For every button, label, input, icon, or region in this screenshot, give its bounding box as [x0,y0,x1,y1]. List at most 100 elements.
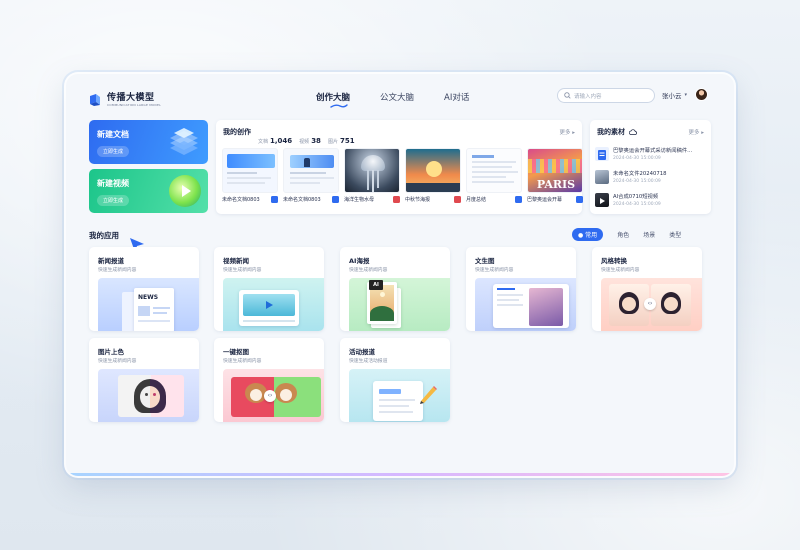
video-swirl-icon [169,175,201,207]
my-materials-title: 我的素材 [597,127,638,137]
app-name: 一键抠图 [223,348,249,356]
app-name: 新闻报道 [98,257,124,265]
filter-common[interactable]: ● 常用 [572,228,604,241]
main-nav: 创作大脑 公文大脑 AI对话 [316,91,469,108]
app-desc: 快速生成新闻内容 [223,359,262,364]
app-filters: ● 常用 角色 场景 类型 [572,228,681,241]
creation-name: 中秋节海报 [405,197,431,203]
app-desc: 快速生成活动报道 [349,359,388,364]
app-desc: 快速生成新闻内容 [601,268,640,273]
material-item[interactable]: AI合成0710短视频 2024-04-30 15:00:09 [595,188,707,211]
app-card-text-to-image[interactable]: 文生图 快速生成新闻内容 [466,247,576,331]
tab-label: 创作大脑 [316,93,351,103]
creation-thumbnail [283,148,339,193]
creation-item[interactable]: 未命名文档0803 [283,148,339,203]
doc-file-icon [515,196,522,203]
swap-icon: ‹› [644,298,656,310]
new-document-card[interactable]: 新建文档 立即生成 [89,120,208,164]
creation-item[interactable]: 海洋生物水母 [344,148,400,203]
ai-badge: AI [369,280,383,290]
avatar[interactable] [695,88,709,101]
my-apps-title: 我的应用 [89,231,119,240]
new-video-card[interactable]: 新建视频 立即生成 [89,169,208,213]
filter-role[interactable]: 角色 [617,230,629,239]
video-illustration [223,278,324,331]
app-name: 风格转换 [601,257,627,265]
creations-more-link[interactable]: 更多 ▸ [559,128,575,136]
swap-icon: ‹› [264,390,276,402]
doc-file-icon [576,196,583,203]
doc-file-icon [271,196,278,203]
material-date: 2024-04-30 15:00:09 [613,202,661,207]
app-card-one-click-cutout[interactable]: 一键抠图 快速生成新闻内容 ‹› [214,338,324,422]
creation-name: 巴黎奥运会开幕 [527,197,563,203]
app-desc: 快速生成新闻内容 [349,268,388,273]
new-document-title: 新建文档 [97,130,129,139]
app-card-event-report[interactable]: 活动报道 快速生成活动报道 [340,338,450,422]
generate-video-button[interactable]: 立即生成 [97,195,130,206]
stat-label-docs: 文档 [258,139,269,145]
materials-more-link[interactable]: 更多 ▸ [688,128,704,136]
my-creations-panel: 我的创作 文档 1,046 视频 38 图片 751 更多 ▸ 未命名文档0803 [216,120,583,214]
layers-icon [170,128,198,155]
creation-name: 海洋生物水母 [344,197,375,203]
tab-document-brain[interactable]: 公文大脑 [380,91,414,103]
creation-item[interactable]: 月度总结 [466,148,522,203]
filter-type[interactable]: 类型 [669,230,681,239]
tab-label: AI对话 [444,93,470,103]
brand-name: 传播大模型 [107,93,155,103]
tab-creation-brain[interactable]: 创作大脑 [316,91,351,108]
app-card-ai-poster[interactable]: AI海报 快速生成新闻内容 AI [340,247,450,331]
app-card-video-news[interactable]: 视频新闻 快速生成新闻内容 [214,247,324,331]
material-name: 巴黎奥运会开幕式采访新闻稿件... [613,148,693,154]
creation-item[interactable]: 未命名文档0803 [222,148,278,203]
app-desc: 快速生成新闻内容 [98,268,137,273]
user-menu[interactable]: 张小云 ▾ [662,88,709,101]
search-input[interactable]: 请输入内容 [557,88,655,103]
material-item[interactable]: 巴黎奥运会开幕式采访新闻稿件... 2024-04-30 15:00:09 [595,142,707,165]
stat-label-videos: 视频 [299,139,310,145]
material-item[interactable]: 未命名文件20240718 2024-04-30 15:00:09 [595,165,707,188]
material-name: AI合成0710短视频 [613,194,659,200]
creation-item[interactable]: 中秋节海报 [405,148,461,203]
generate-document-button[interactable]: 立即生成 [97,146,130,157]
creation-name: 未命名文档0803 [222,197,260,203]
ai-poster-illustration: AI [349,278,450,331]
creation-thumbnail [466,148,522,193]
cutout-illustration: ‹› [223,369,324,422]
app-name: 活动报道 [349,348,375,356]
my-creations-title: 我的创作 [223,128,251,136]
material-name: 未命名文件20240718 [613,171,667,177]
app-desc: 快速生成新闻内容 [223,268,262,273]
creation-thumbnail [222,148,278,193]
my-materials-panel: 我的素材 更多 ▸ 巴黎奥运会开幕式采访新闻稿件... 2024-04-30 1… [590,120,711,214]
app-card-image-coloring[interactable]: 图片上色 快速生成新闻内容 [89,338,199,422]
active-tab-underline [330,104,348,108]
app-name: AI海报 [349,257,370,265]
tab-ai-chat[interactable]: AI对话 [444,91,469,103]
brand-logo[interactable]: 传播大模型 COMMUNICATION LARGE MODEL [88,90,161,107]
doc-file-icon [595,146,609,161]
flame-icon: ● [578,232,584,239]
pencil-icon [420,386,437,404]
creation-stats: 文档 1,046 视频 38 图片 751 [258,128,355,147]
video-thumbnail-icon [595,192,609,207]
stat-value-docs: 1,046 [270,137,293,145]
filter-scene[interactable]: 场景 [643,230,655,239]
creation-thumbnail [344,148,400,193]
app-name: 图片上色 [98,348,124,356]
app-desc: 快速生成新闻内容 [98,359,137,364]
app-card-style-transfer[interactable]: 风格转换 快速生成新闻内容 ‹› [592,247,702,331]
app-desc: 快速生成新闻内容 [475,268,514,273]
app-name: 文生图 [475,257,495,265]
app-card-news-report[interactable]: 新闻报道 快速生成新闻内容 NEWS [89,247,199,331]
user-name: 张小云 [662,91,682,100]
news-label: NEWS [138,294,159,301]
play-icon [266,301,273,309]
creation-item[interactable]: PARIS 巴黎奥运会开幕 [527,148,583,203]
brand-subtitle: COMMUNICATION LARGE MODEL [107,103,162,107]
stat-label-images: 图片 [327,139,338,145]
search-placeholder: 请输入内容 [574,93,602,100]
coloring-illustration [98,369,199,422]
material-date: 2024-04-30 15:00:09 [613,179,661,184]
